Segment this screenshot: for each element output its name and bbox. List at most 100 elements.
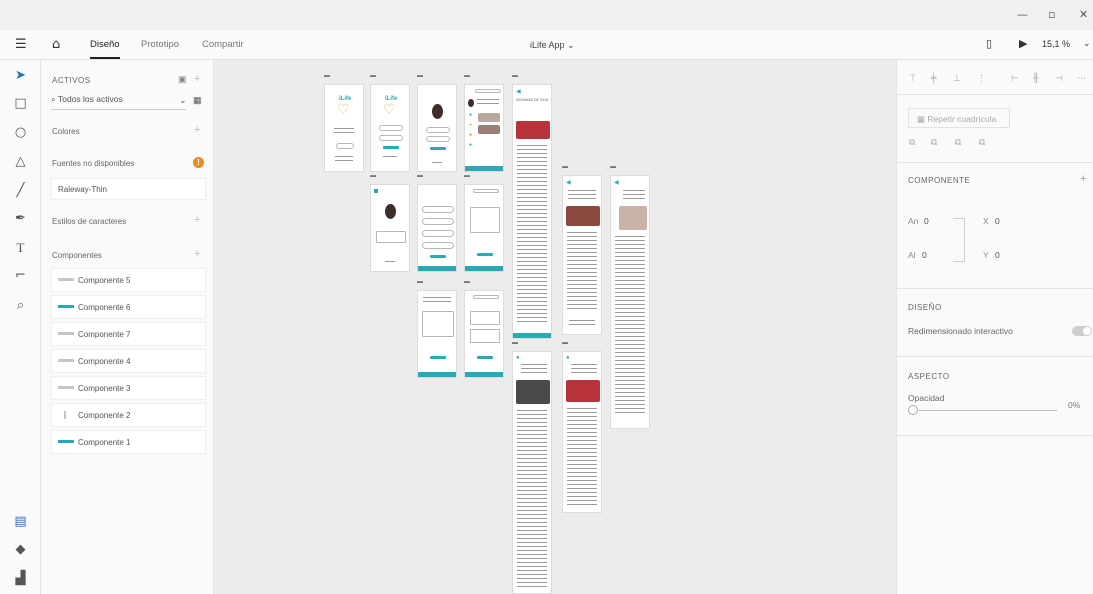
artboard[interactable]: ◀ SEMANAS DE VIDA bbox=[512, 84, 552, 339]
artboard[interactable] bbox=[370, 184, 410, 272]
height-field[interactable]: 0 bbox=[922, 250, 927, 260]
distribute-horizontal-icon[interactable]: ⋯ bbox=[1077, 74, 1086, 84]
artboard-tool-icon[interactable]: ⌐ bbox=[0, 268, 41, 283]
artboard[interactable]: ● bbox=[562, 351, 602, 513]
line-tool-icon[interactable]: ╱ bbox=[0, 183, 41, 198]
component-item[interactable]: Componente 4 bbox=[51, 349, 206, 373]
layers-icon[interactable]: ◆ bbox=[0, 542, 41, 557]
artboard-name[interactable]: ▬ bbox=[464, 73, 470, 79]
artboard-name[interactable]: ▬ bbox=[464, 173, 470, 179]
add-component-icon[interactable]: + bbox=[194, 248, 200, 260]
component-item[interactable]: Componente 1 bbox=[51, 430, 206, 454]
minimize-button[interactable]: — bbox=[1017, 8, 1028, 21]
select-tool-icon[interactable]: ➤ bbox=[0, 68, 41, 83]
tab-prototipo[interactable]: Prototipo bbox=[141, 39, 179, 50]
library-icon[interactable]: ▣ bbox=[178, 74, 187, 85]
grid-view-icon[interactable]: ▦ bbox=[193, 95, 202, 106]
x-field[interactable]: 0 bbox=[995, 216, 1000, 226]
text-tool-icon[interactable]: T bbox=[0, 240, 41, 256]
distribute-vertical-icon[interactable]: ⋮ bbox=[977, 74, 986, 84]
artboard[interactable] bbox=[464, 184, 504, 272]
artboard-name[interactable]: ▬ bbox=[417, 173, 423, 179]
artboard[interactable]: ◀ bbox=[610, 175, 650, 429]
close-button[interactable]: ✕ bbox=[1079, 8, 1088, 21]
artboard[interactable] bbox=[417, 84, 457, 172]
boolean-exclude-icon[interactable]: ⧉ bbox=[979, 138, 985, 148]
component-item[interactable]: Componente 6 bbox=[51, 295, 206, 319]
component-item[interactable]: Componente 3 bbox=[51, 376, 206, 400]
plugins-icon[interactable]: ▟ bbox=[0, 571, 41, 586]
align-left-icon[interactable]: ⊢ bbox=[1011, 74, 1019, 84]
colores-section[interactable]: Colores bbox=[52, 127, 80, 136]
artboard-name[interactable]: ▬ bbox=[512, 340, 518, 346]
artboard[interactable]: ◀ bbox=[562, 175, 602, 335]
align-bottom-icon[interactable]: ⊥ bbox=[953, 74, 961, 84]
rectangle-tool-icon[interactable]: □ bbox=[0, 96, 41, 111]
artboard-name[interactable]: ▬ bbox=[562, 164, 568, 170]
add-color-icon[interactable]: + bbox=[194, 124, 200, 136]
filter-chevron-icon[interactable]: ⌄ bbox=[179, 95, 187, 106]
artboard[interactable] bbox=[417, 184, 457, 272]
artboard-name[interactable]: ▬ bbox=[610, 164, 616, 170]
zoom-tool-icon[interactable]: ⌕ bbox=[0, 298, 41, 313]
y-field[interactable]: 0 bbox=[995, 250, 1000, 260]
assets-search[interactable]: ⌕ Todos los activos bbox=[51, 94, 186, 110]
align-right-icon[interactable]: ⊣ bbox=[1055, 74, 1063, 84]
component-item[interactable]: Componente 5 bbox=[51, 268, 206, 292]
repeat-grid-button[interactable]: ▦ Repetir cuadrícula bbox=[908, 108, 1010, 128]
artboard[interactable]: iLife ♡ bbox=[324, 84, 364, 172]
align-top-icon[interactable]: ⊤ bbox=[909, 74, 917, 84]
triangle-tool-icon[interactable]: △ bbox=[0, 154, 41, 169]
opacity-value[interactable]: 0% bbox=[1068, 400, 1080, 410]
opacity-slider-handle[interactable] bbox=[908, 405, 918, 415]
tab-compartir[interactable]: Compartir bbox=[202, 39, 244, 50]
primary-button bbox=[430, 255, 446, 258]
artboard[interactable]: ● ● ● ● bbox=[464, 84, 504, 172]
ellipse-tool-icon[interactable]: ○ bbox=[0, 125, 41, 140]
home-icon[interactable]: ⌂ bbox=[52, 37, 60, 52]
x-label: X bbox=[983, 216, 989, 226]
estilos-section[interactable]: Estilos de caracteres bbox=[52, 217, 126, 226]
artboard[interactable] bbox=[417, 290, 457, 378]
missing-font-item[interactable]: Raleway-Thin bbox=[51, 178, 206, 200]
tab-diseno[interactable]: Diseño bbox=[90, 39, 120, 50]
width-field[interactable]: 0 bbox=[924, 216, 929, 226]
artboard-name[interactable]: ▬ bbox=[324, 73, 330, 79]
add-component-icon[interactable]: + bbox=[1080, 173, 1086, 185]
artboard-name[interactable]: ▬ bbox=[562, 340, 568, 346]
lock-aspect-bracket[interactable] bbox=[953, 218, 965, 262]
boolean-intersect-icon[interactable]: ⧉ bbox=[955, 138, 961, 148]
boolean-subtract-icon[interactable]: ⧉ bbox=[931, 138, 937, 148]
text-block bbox=[385, 261, 395, 265]
restore-button[interactable]: ▫ bbox=[1048, 8, 1055, 21]
componentes-section[interactable]: Componentes bbox=[52, 251, 102, 260]
device-preview-icon[interactable]: ▯ bbox=[986, 37, 992, 50]
hamburger-menu-icon[interactable]: ☰ bbox=[15, 37, 27, 52]
artboard[interactable]: ● bbox=[512, 351, 552, 594]
align-middle-icon[interactable]: ╪ bbox=[931, 74, 936, 84]
artboard-name[interactable]: ▬ bbox=[512, 73, 518, 79]
zoom-level[interactable]: 15,1 % bbox=[1042, 39, 1070, 49]
pen-tool-icon[interactable]: ✒ bbox=[0, 211, 41, 226]
zoom-chevron-icon[interactable]: ⌄ bbox=[1083, 39, 1091, 49]
artboard-name[interactable]: ▬ bbox=[417, 279, 423, 285]
align-center-icon[interactable]: ╫ bbox=[1033, 74, 1038, 84]
responsive-resize-toggle[interactable] bbox=[1072, 326, 1092, 336]
artboard-name[interactable]: ▬ bbox=[370, 73, 376, 79]
component-item[interactable]: Componente 7 bbox=[51, 322, 206, 346]
design-canvas[interactable]: ▬ iLife ♡ ▬ iLife ♡ ▬ ▬ ● ● ● ● ▬ ◀ SEMA… bbox=[214, 60, 896, 594]
opacity-slider[interactable] bbox=[919, 410, 1057, 411]
artboard-name[interactable]: ▬ bbox=[417, 73, 423, 79]
artboard-name[interactable]: ▬ bbox=[464, 279, 470, 285]
add-asset-icon[interactable]: + bbox=[194, 73, 200, 85]
add-style-icon[interactable]: + bbox=[194, 214, 200, 226]
fuentes-section[interactable]: Fuentes no disponibles bbox=[52, 159, 134, 168]
document-title[interactable]: iLife App ⌄ bbox=[530, 40, 575, 51]
artboard-name[interactable]: ▬ bbox=[370, 173, 376, 179]
artboard[interactable]: iLife ♡ bbox=[370, 84, 410, 172]
boolean-add-icon[interactable]: ⧉ bbox=[909, 138, 915, 148]
assets-panel-icon[interactable]: ▤ bbox=[0, 514, 41, 529]
artboard[interactable] bbox=[464, 290, 504, 378]
play-icon[interactable]: ▶ bbox=[1019, 37, 1027, 50]
component-item[interactable]: Componente 2 bbox=[51, 403, 206, 427]
